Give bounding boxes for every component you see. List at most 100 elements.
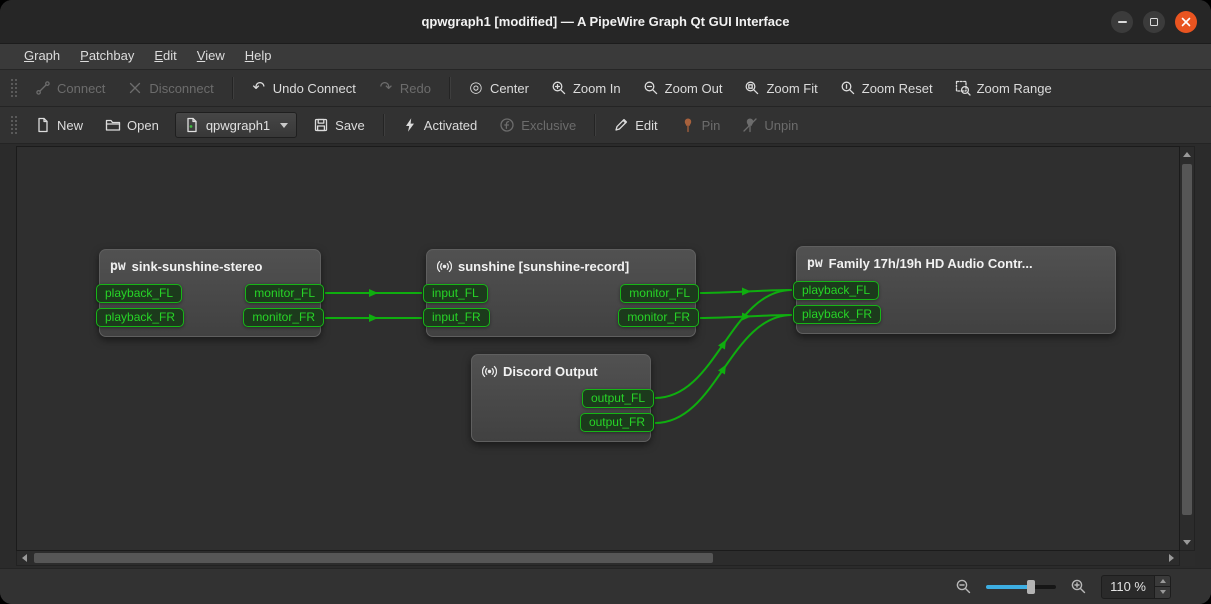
zoom-slider[interactable] (986, 579, 1056, 595)
vertical-scrollbar[interactable] (1180, 146, 1195, 551)
maximize-button[interactable] (1143, 11, 1165, 33)
zoom-out-button[interactable]: Zoom Out (633, 76, 733, 100)
horizontal-scroll-handle[interactable] (34, 553, 713, 563)
port-input[interactable]: playback_FR (96, 308, 184, 327)
minimize-icon (1118, 21, 1127, 23)
zoom-step-up-button[interactable] (1155, 576, 1170, 588)
scroll-right-icon (1169, 554, 1174, 562)
zoom-out-mini-icon[interactable] (955, 578, 972, 595)
titlebar[interactable]: qpwgraph1 [modified] — A PipeWire Graph … (0, 0, 1211, 44)
activated-button[interactable]: Activated (392, 113, 487, 137)
graph-canvas[interactable]: pw sink-sunshine-stereo playback_FL moni… (16, 146, 1180, 551)
pin-icon (680, 117, 696, 133)
scroll-down-button[interactable] (1180, 535, 1194, 550)
port-input[interactable]: input_FL (423, 284, 488, 303)
port-input[interactable]: playback_FR (793, 305, 881, 324)
edit-label: Edit (635, 118, 657, 133)
node-header[interactable]: Discord Output (472, 360, 650, 382)
menu-view[interactable]: View (187, 44, 235, 69)
node-header[interactable]: pw sink-sunshine-stereo (100, 255, 320, 277)
minimize-button[interactable] (1111, 11, 1133, 33)
save-button[interactable]: Save (303, 113, 375, 137)
close-button[interactable] (1175, 11, 1197, 33)
graph-node-sink-sunshine-stereo[interactable]: pw sink-sunshine-stereo playback_FL moni… (99, 249, 321, 337)
horizontal-scrollbar[interactable] (16, 551, 1180, 566)
spin-arrows (1154, 576, 1170, 598)
node-header[interactable]: pw Family 17h/19h HD Audio Contr... (797, 252, 1115, 274)
zoom-in-mini-icon[interactable] (1070, 578, 1087, 595)
port-input[interactable]: input_FR (423, 308, 490, 327)
zoom-range-button[interactable]: Zoom Range (945, 76, 1062, 100)
menu-graph[interactable]: Graph (14, 44, 70, 69)
toolbar-separator (449, 77, 450, 99)
port-output[interactable]: monitor_FL (620, 284, 699, 303)
menu-help[interactable]: Help (235, 44, 282, 69)
redo-button[interactable]: ↷ Redo (368, 76, 441, 100)
open-button[interactable]: Open (95, 113, 169, 137)
port-input[interactable]: playback_FL (793, 281, 879, 300)
exclusive-button[interactable]: Exclusive (489, 113, 586, 137)
pencil-icon (613, 117, 629, 133)
zoom-value[interactable]: 110 % (1102, 576, 1154, 598)
center-label: Center (490, 81, 529, 96)
scroll-up-button[interactable] (1180, 147, 1194, 162)
scroll-down-icon (1183, 540, 1191, 545)
zoom-spinbox[interactable]: 110 % (1101, 575, 1171, 599)
zoom-fit-button[interactable]: Zoom Fit (734, 76, 827, 100)
undo-label: Undo Connect (273, 81, 356, 96)
center-button[interactable]: ◎ Center (458, 76, 539, 100)
patchbay-select[interactable]: qpwgraph1 (175, 112, 297, 138)
zoom-step-down-button[interactable] (1155, 587, 1170, 598)
vertical-scroll-handle[interactable] (1182, 164, 1192, 515)
edit-button[interactable]: Edit (603, 113, 667, 137)
disconnect-button[interactable]: Disconnect (117, 76, 223, 100)
connect-label: Connect (57, 81, 105, 96)
pipewire-icon: pw (807, 256, 823, 271)
new-file-icon (35, 117, 51, 133)
menu-patchbay[interactable]: Patchbay (70, 44, 144, 69)
horizontal-scroll-track[interactable] (32, 551, 1164, 565)
save-label: Save (335, 118, 365, 133)
graph-node-discord-output[interactable]: Discord Output output_FL output_FR (471, 354, 651, 442)
toolbar-edit: Connect Disconnect ↶ Undo Connect ↷ Redo… (0, 70, 1211, 107)
node-title: Family 17h/19h HD Audio Contr... (829, 256, 1033, 271)
port-output[interactable]: monitor_FR (243, 308, 324, 327)
maximize-icon (1150, 18, 1158, 26)
port-input[interactable]: playback_FL (96, 284, 182, 303)
zoom-out-icon (643, 80, 659, 96)
open-folder-icon (105, 117, 121, 133)
port-output[interactable]: monitor_FL (245, 284, 324, 303)
statusbar: 110 % (0, 568, 1211, 604)
undo-connect-button[interactable]: ↶ Undo Connect (241, 76, 366, 100)
zoom-in-button[interactable]: Zoom In (541, 76, 631, 100)
close-icon (1181, 17, 1191, 27)
patchbay-file-icon (184, 117, 200, 133)
port-output[interactable]: output_FL (582, 389, 654, 408)
pin-button[interactable]: Pin (670, 113, 731, 137)
broadcast-icon (437, 259, 452, 274)
unpin-button[interactable]: Unpin (732, 113, 808, 137)
toolbar-grip[interactable] (10, 114, 17, 136)
node-title: sink-sunshine-stereo (132, 259, 263, 274)
port-output[interactable]: output_FR (580, 413, 654, 432)
scroll-right-button[interactable] (1164, 551, 1179, 565)
node-title: Discord Output (503, 364, 598, 379)
port-output[interactable]: monitor_FR (618, 308, 699, 327)
ports: input_FL monitor_FL input_FR monitor_FR (423, 284, 699, 327)
connect-button[interactable]: Connect (25, 76, 115, 100)
toolbar-separator (594, 114, 595, 136)
scroll-left-button[interactable] (17, 551, 32, 565)
pin-label: Pin (702, 118, 721, 133)
toolbar-grip[interactable] (10, 77, 17, 99)
graph-node-family-audio[interactable]: pw Family 17h/19h HD Audio Contr... play… (796, 246, 1116, 334)
node-title: sunshine [sunshine-record] (458, 259, 629, 274)
zoom-reset-button[interactable]: Zoom Reset (830, 76, 943, 100)
node-header[interactable]: sunshine [sunshine-record] (427, 255, 695, 277)
toolbar-file: New Open qpwgraph1 Save (0, 107, 1211, 144)
menu-edit[interactable]: Edit (144, 44, 186, 69)
graph-node-sunshine[interactable]: sunshine [sunshine-record] input_FL moni… (426, 249, 696, 337)
new-button[interactable]: New (25, 113, 93, 137)
zoom-fit-label: Zoom Fit (766, 81, 817, 96)
zoom-slider-handle[interactable] (1027, 580, 1035, 594)
vertical-scroll-track[interactable] (1180, 162, 1194, 535)
